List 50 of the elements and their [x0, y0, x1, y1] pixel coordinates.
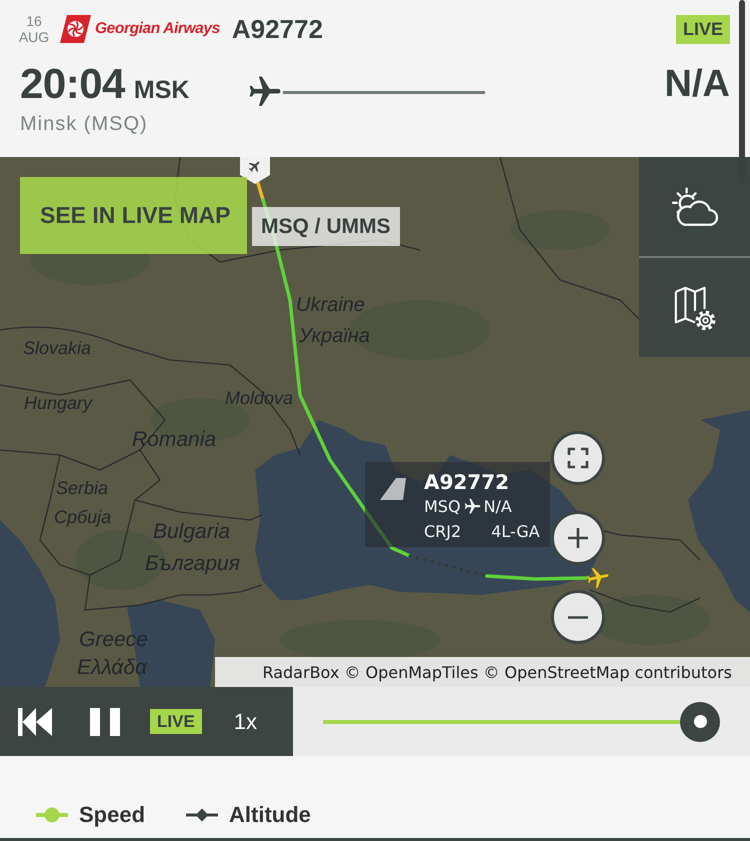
country-label: Serbia — [56, 479, 108, 497]
country-label: Moldova — [225, 389, 294, 407]
plane-icon — [248, 75, 282, 109]
arrival-time: N/A — [664, 62, 730, 106]
origin-airport: Minsk (MSQ) — [20, 112, 148, 136]
tooltip-flight-number: A92772 — [424, 470, 510, 494]
country-label: Slovakia — [23, 339, 92, 357]
country-label: Hungary — [24, 394, 92, 412]
tooltip-registration: 4L-GA — [491, 521, 540, 543]
country-label: Ελλάδα — [77, 657, 148, 678]
skip-back-icon — [18, 708, 52, 736]
pause-icon — [90, 708, 120, 736]
tail-fin-icon — [380, 478, 406, 500]
airline-name: Georgian Airways — [95, 20, 220, 38]
country-label: Србија — [54, 508, 112, 526]
airport-label: MSQ / UMMS — [252, 207, 400, 246]
slider-thumb[interactable] — [680, 702, 720, 742]
date-day: 16 — [26, 13, 42, 29]
attribution-text: RadarBox © OpenMapTiles © OpenStreetMap contributors — [262, 662, 732, 682]
tooltip-destination: N/A — [484, 496, 512, 518]
live-badge: LIVE — [150, 709, 202, 734]
country-label: Bulgaria — [153, 521, 230, 542]
plane-icon — [464, 498, 481, 515]
plane-icon[interactable] — [586, 566, 610, 590]
plus-icon — [567, 527, 589, 549]
fullscreen-icon — [567, 447, 589, 469]
country-label: Ukraine — [296, 295, 365, 315]
flight-number: A92772 — [232, 14, 323, 44]
country-label: Україна — [299, 326, 370, 346]
logo-icon — [60, 15, 91, 43]
country-label: България — [145, 553, 240, 574]
live-map-button[interactable]: SEE IN LIVE MAP — [20, 177, 247, 254]
origin-marker-icon[interactable] — [240, 157, 270, 184]
timezone-label: MSK — [134, 76, 190, 105]
minus-icon — [567, 616, 589, 618]
tooltip-origin: MSQ — [424, 496, 461, 518]
scrollbar-thumb[interactable] — [739, 0, 745, 183]
legend-label: Altitude — [229, 802, 311, 828]
rewind-button[interactable] — [18, 708, 52, 736]
speed-button[interactable]: 1x — [234, 708, 258, 734]
legend-label: Speed — [79, 802, 146, 828]
country-label: Greece — [79, 629, 148, 650]
date-month: AUG — [18, 29, 50, 45]
sun-cloud-icon — [672, 184, 718, 228]
live-badge: LIVE — [676, 14, 730, 44]
tooltip-aircraft-type: CRJ2 — [424, 521, 462, 543]
country-label: Romania — [132, 429, 216, 450]
pause-button[interactable] — [90, 708, 120, 736]
timeline-slider[interactable] — [323, 702, 720, 742]
departure-time: 20:04 — [20, 62, 125, 106]
